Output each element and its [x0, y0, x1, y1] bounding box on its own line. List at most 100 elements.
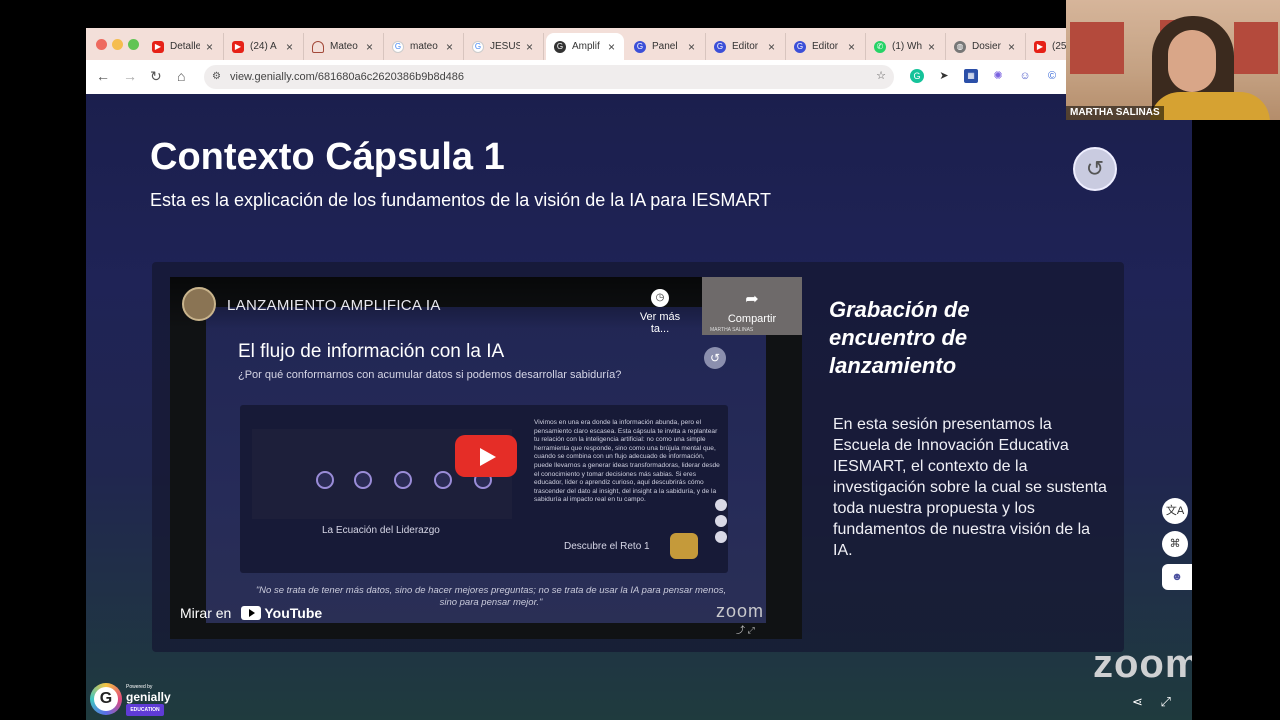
video-frame: El flujo de información con la IA ¿Por q…: [206, 307, 766, 623]
tab-mateo-search[interactable]: G mateo ×: [384, 33, 464, 60]
close-icon[interactable]: ×: [1008, 40, 1015, 54]
wall-poster: [1234, 22, 1278, 74]
video-share-fullscreen-icons: ⤴ ⤢: [736, 625, 755, 635]
wall-poster: [1070, 22, 1124, 74]
youtube-wordmark: YouTube: [264, 605, 323, 621]
reto-label: Descubre el Reto 1: [564, 541, 650, 552]
tab-label: (1) Wh: [892, 41, 922, 52]
genially-badge[interactable]: G Powered by genially EDUCATION: [90, 682, 182, 716]
participant-body: [1150, 92, 1270, 120]
tab-label: (24) A: [250, 41, 277, 52]
url-field[interactable]: ⚙ view.genially.com/681680a6c2620386b9b8…: [204, 65, 894, 89]
recording-description: En esta sesión presentamos la Escuela de…: [833, 416, 1107, 559]
close-icon[interactable]: ×: [928, 40, 935, 54]
sparkle-extension-icon[interactable]: ✺: [991, 69, 1005, 83]
zoom-watermark: zoom: [1093, 642, 1192, 686]
close-icon[interactable]: ×: [366, 40, 373, 54]
tab-label: Panel: [652, 41, 678, 52]
tab-label: (25): [1052, 41, 1066, 52]
tab-youtube-25[interactable]: ▶ (25): [1026, 33, 1066, 60]
close-icon[interactable]: ×: [526, 40, 533, 54]
channel-avatar[interactable]: [182, 287, 216, 321]
minimize-window-button[interactable]: [112, 39, 123, 50]
close-icon[interactable]: ×: [206, 40, 213, 54]
video-slide-title: El flujo de información con la IA: [238, 341, 505, 362]
diagram-node: [394, 471, 412, 489]
video-side-icons: [715, 499, 727, 547]
tab-label: Amplif: [572, 41, 600, 52]
translate-icon[interactable]: 文A: [1162, 498, 1188, 524]
tab-detalle[interactable]: ▶ Detalle ×: [144, 33, 224, 60]
puzzle-extension-icon[interactable]: ▦: [964, 69, 978, 83]
youtube-play-button[interactable]: [455, 435, 517, 477]
diagram-node: [434, 471, 452, 489]
share-icon[interactable]: ⋖: [1132, 694, 1143, 709]
video-zoom-watermark: zoom: [716, 601, 765, 621]
cursor-extension-icon[interactable]: ➤: [937, 69, 951, 83]
thumb-participant-name: MARTHA SALINAS: [710, 327, 754, 333]
reload-icon[interactable]: ↻: [150, 68, 162, 85]
browser-window: ▶ Detalle × ▶ (24) A × Mateo × G mateo ×…: [86, 28, 1066, 94]
tab-dosier[interactable]: ◍ Dosier ×: [946, 33, 1026, 60]
headset-icon: [312, 40, 324, 53]
circle-icon: [715, 515, 727, 527]
close-window-button[interactable]: [96, 39, 107, 50]
watch-on-label: Mirar en: [180, 605, 232, 621]
close-icon[interactable]: ×: [688, 40, 695, 54]
whatsapp-icon: ✆: [874, 40, 886, 53]
close-icon[interactable]: ×: [848, 40, 855, 54]
participant-face: [1168, 30, 1216, 92]
grammarly-icon[interactable]: G: [910, 69, 924, 83]
back-button[interactable]: ↺: [1073, 147, 1117, 191]
tab-bar: ▶ Detalle × ▶ (24) A × Mateo × G mateo ×…: [86, 28, 1066, 60]
watch-later-button[interactable]: ◷ Ver más ta...: [630, 289, 690, 335]
video-title[interactable]: LANZAMIENTO AMPLIFICA IA: [227, 297, 441, 314]
back-arrow-icon[interactable]: ←: [96, 68, 110, 84]
home-icon[interactable]: ⌂: [177, 68, 185, 84]
tab-label: mateo: [410, 41, 438, 52]
close-icon[interactable]: ×: [768, 40, 775, 54]
tab-label: Dosier: [972, 41, 1001, 52]
circle-c-extension-icon[interactable]: ©: [1045, 69, 1059, 83]
tab-jesus[interactable]: G JESUS ×: [464, 33, 544, 60]
embedded-youtube-video[interactable]: El flujo de información con la IA ¿Por q…: [170, 277, 802, 639]
close-icon[interactable]: ×: [286, 40, 293, 54]
video-back-icon: ↺: [704, 347, 726, 369]
bookmark-star-icon[interactable]: ☆: [874, 69, 888, 83]
url-text: view.genially.com/681680a6c2620386b9b8d4…: [230, 71, 465, 83]
site-settings-icon[interactable]: ⚙: [212, 65, 221, 89]
diagram-node: [316, 471, 334, 489]
robot-extension-icon[interactable]: ☺: [1018, 69, 1032, 83]
circle-icon: [715, 531, 727, 543]
youtube-icon: ▶: [1034, 40, 1046, 53]
tab-label: Detalle: [170, 41, 200, 52]
close-icon[interactable]: ×: [446, 40, 453, 54]
tab-whatsapp[interactable]: ✆ (1) Wh ×: [866, 33, 946, 60]
slide-subtitle: Esta es la explicación de los fundamento…: [150, 190, 772, 210]
video-slide-subtitle: ¿Por qué conformarnos con acumular datos…: [238, 369, 622, 381]
webcam-feed: MARTHA SALINAS: [1066, 0, 1280, 120]
genially-icon: G: [714, 40, 726, 53]
accessibility-robot-icon[interactable]: ☻: [1162, 564, 1192, 590]
tab-youtube-24[interactable]: ▶ (24) A ×: [224, 33, 304, 60]
watch-on-youtube-link[interactable]: Mirar en YouTube: [180, 605, 322, 621]
close-icon[interactable]: ×: [608, 40, 615, 54]
trophy-icon: [670, 533, 698, 559]
genially-icon: G: [554, 40, 566, 53]
globe-icon: ◍: [954, 40, 966, 53]
google-icon: G: [392, 40, 404, 53]
tab-amplifica[interactable]: G Amplif ×: [546, 33, 624, 60]
watch-later-label: Ver más ta...: [639, 311, 681, 335]
grid-icon[interactable]: ⌘: [1162, 531, 1188, 557]
tab-editor-2[interactable]: G Editor ×: [786, 33, 866, 60]
forward-arrow-icon[interactable]: →: [123, 68, 137, 84]
fullscreen-icon[interactable]: ⤢: [1161, 694, 1171, 709]
tab-mateo[interactable]: Mateo ×: [304, 33, 384, 60]
share-arrow-icon: ➦: [745, 291, 759, 308]
genially-icon: G: [794, 40, 806, 53]
screen: ▶ Detalle × ▶ (24) A × Mateo × G mateo ×…: [0, 0, 1280, 720]
tab-editor-1[interactable]: G Editor ×: [706, 33, 786, 60]
maximize-window-button[interactable]: [128, 39, 139, 50]
tab-panel[interactable]: G Panel ×: [626, 33, 706, 60]
undo-arrow-icon: ↺: [1085, 156, 1105, 181]
